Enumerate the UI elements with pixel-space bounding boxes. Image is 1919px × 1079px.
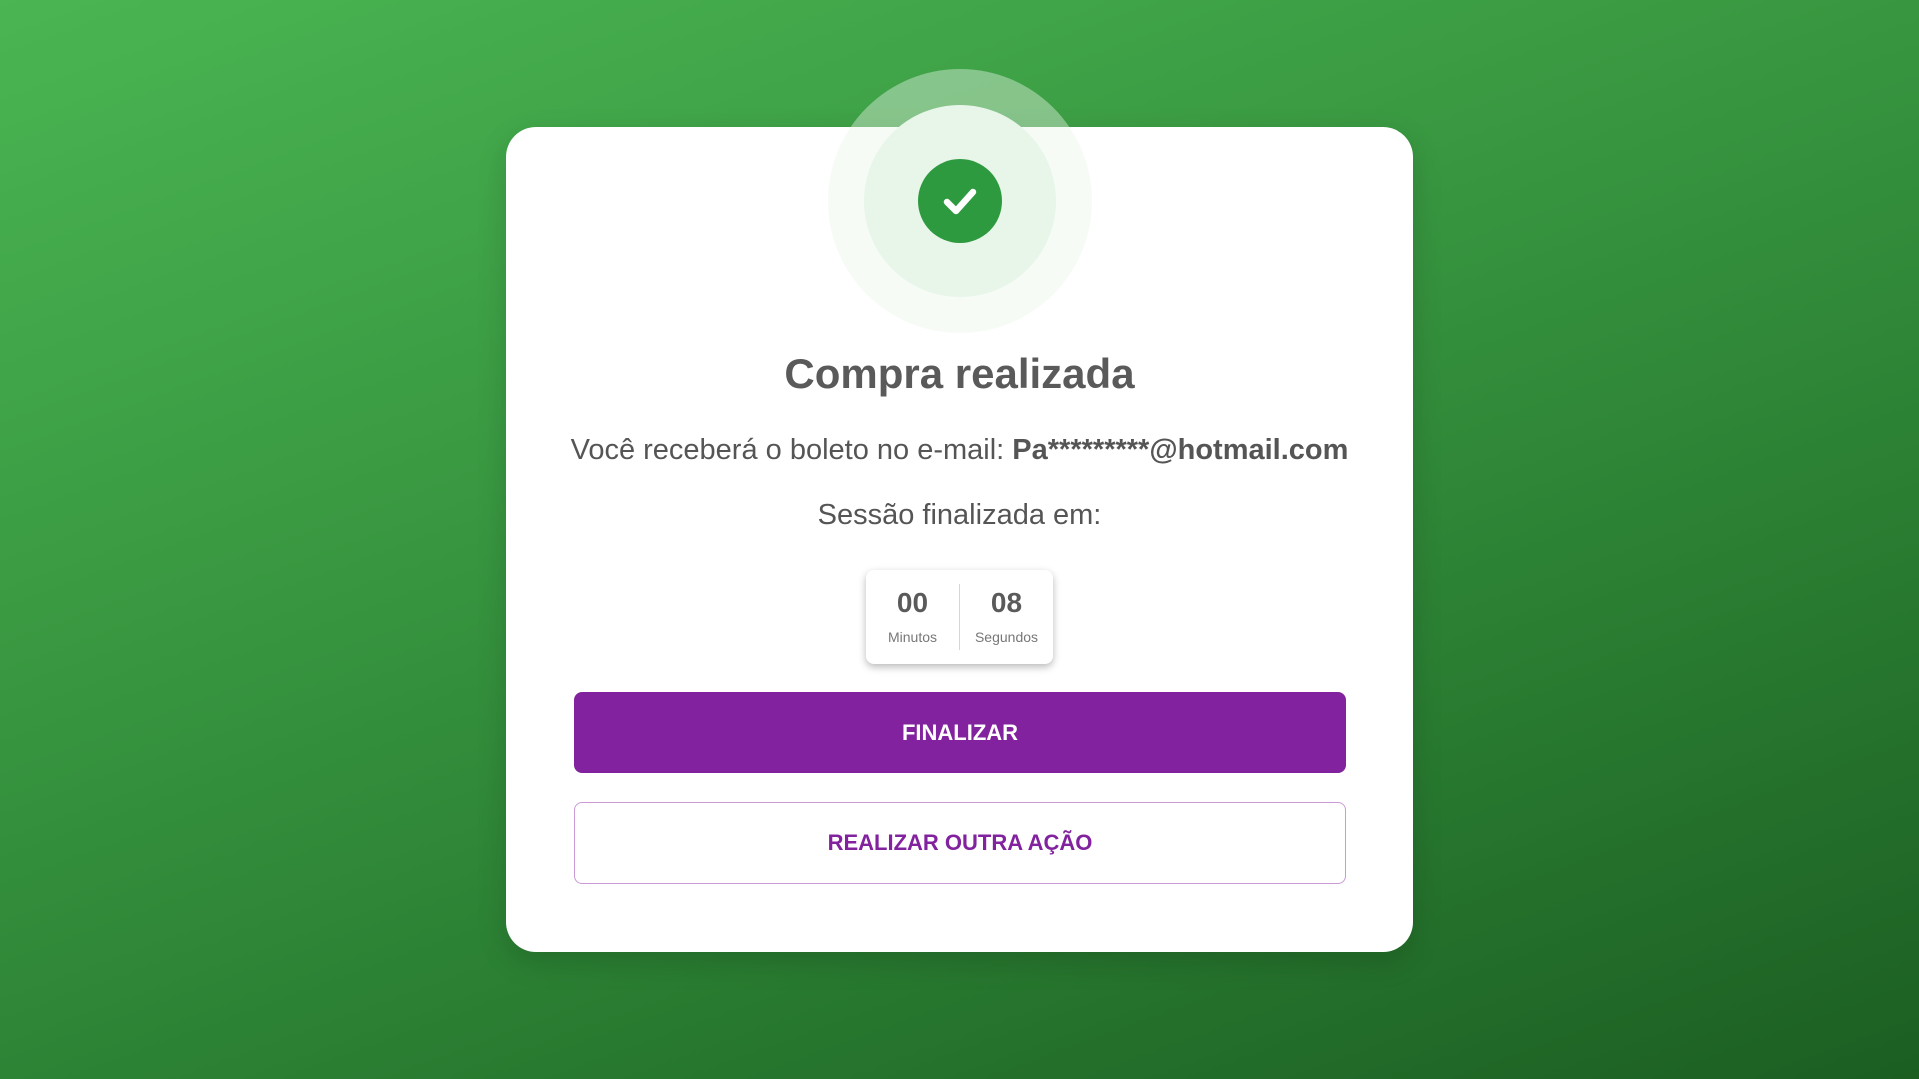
page-title: Compra realizada: [784, 350, 1135, 397]
finalize-button[interactable]: FINALIZAR: [574, 692, 1346, 773]
masked-email: Pa*********@hotmail.com: [1012, 434, 1349, 466]
timer-minutes-label: Minutos: [887, 629, 938, 645]
timer-seconds-value: 08: [990, 587, 1023, 618]
timer-seconds-label: Segundos: [974, 629, 1039, 645]
timer-minutes-value: 00: [896, 587, 929, 618]
session-notice: Sessão finalizada em:: [817, 499, 1102, 531]
check-icon: [943, 188, 977, 215]
other-action-button[interactable]: REALIZAR OUTRA AÇÃO: [574, 802, 1346, 884]
email-notice: Você receberá o boleto no e-mail: Pa****…: [506, 434, 1413, 467]
timer-minutes: 00 Minutos: [866, 570, 959, 664]
countdown-timer: 00 Minutos 08 Segundos: [866, 570, 1053, 664]
email-notice-text: Você receberá o boleto no e-mail:: [570, 434, 1013, 466]
timer-seconds: 08 Segundos: [960, 570, 1053, 664]
success-badge: [918, 159, 1002, 243]
